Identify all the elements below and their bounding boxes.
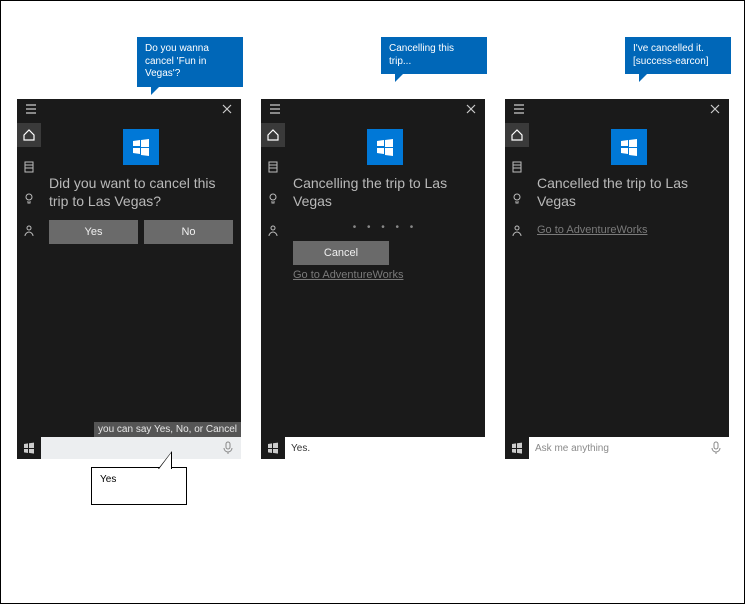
person-icon (22, 224, 36, 238)
cortana-panel: Cancelling the trip to Las Vegas • • • •… (261, 99, 485, 459)
voice-hint: you can say Yes, No, or Cancel (94, 422, 241, 437)
sidebar-item-places[interactable] (261, 187, 285, 211)
user-speech-callout: Yes (91, 467, 187, 505)
content-area: Cancelling the trip to Las Vegas • • • •… (285, 119, 485, 437)
cortana-panel: Cancelled the trip to Las Vegas Go to Ad… (505, 99, 729, 459)
start-button[interactable] (261, 437, 285, 459)
search-input[interactable] (47, 443, 219, 454)
bulb-icon (22, 192, 36, 206)
cortana-panel: Did you want to cancel this trip to Las … (17, 99, 241, 459)
windows-icon (23, 442, 35, 454)
cancel-button[interactable]: Cancel (293, 241, 389, 265)
close-icon (709, 103, 721, 115)
search-box[interactable] (529, 437, 729, 459)
start-button[interactable] (17, 437, 41, 459)
home-icon (510, 128, 524, 142)
windows-icon (267, 442, 279, 454)
windows-icon (511, 442, 523, 454)
mic-button[interactable] (219, 439, 237, 457)
person-icon (266, 224, 280, 238)
hamburger-icon (513, 103, 525, 115)
app-tile[interactable] (123, 129, 159, 165)
sidebar (17, 119, 41, 437)
deep-link[interactable]: Go to AdventureWorks (293, 269, 477, 281)
mic-icon (223, 441, 233, 455)
callout-text: Yes (100, 474, 116, 485)
windows-icon (376, 138, 394, 156)
content-area: Cancelled the trip to Las Vegas Go to Ad… (529, 119, 729, 437)
hamburger-icon (269, 103, 281, 115)
menu-button[interactable] (21, 99, 41, 119)
result-heading: Cancelled the trip to Las Vegas (537, 175, 721, 210)
cortana-speech-bubble: Cancelling this trip... (381, 37, 487, 74)
bulb-icon (266, 192, 280, 206)
notebook-icon (266, 160, 280, 174)
sidebar-item-feedback[interactable] (505, 219, 529, 243)
sidebar (505, 119, 529, 437)
sidebar-item-notebook[interactable] (17, 155, 41, 179)
notebook-icon (510, 160, 524, 174)
close-icon (221, 103, 233, 115)
sidebar-item-feedback[interactable] (17, 219, 41, 243)
cortana-speech-bubble: I've cancelled it. [success-earcon] (625, 37, 731, 74)
app-tile[interactable] (367, 129, 403, 165)
progress-indicator: • • • • • (293, 222, 477, 233)
close-button[interactable] (705, 99, 725, 119)
close-button[interactable] (461, 99, 481, 119)
home-icon (22, 128, 36, 142)
close-button[interactable] (217, 99, 237, 119)
prompt-heading: Did you want to cancel this trip to Las … (49, 175, 233, 210)
app-tile[interactable] (611, 129, 647, 165)
person-icon (510, 224, 524, 238)
sidebar-item-feedback[interactable] (261, 219, 285, 243)
sidebar (261, 119, 285, 437)
search-box[interactable] (285, 437, 485, 459)
mic-icon (711, 441, 721, 455)
yes-button[interactable]: Yes (49, 220, 138, 244)
sidebar-item-notebook[interactable] (505, 155, 529, 179)
windows-icon (620, 138, 638, 156)
windows-icon (132, 138, 150, 156)
start-button[interactable] (505, 437, 529, 459)
content-area: Did you want to cancel this trip to Las … (41, 119, 241, 437)
sidebar-item-home[interactable] (505, 123, 529, 147)
home-icon (266, 128, 280, 142)
cortana-speech-bubble: Do you wanna cancel 'Fun in Vegas'? (137, 37, 243, 87)
hamburger-icon (25, 103, 37, 115)
search-box[interactable] (41, 437, 241, 459)
search-input[interactable] (291, 443, 481, 454)
bulb-icon (510, 192, 524, 206)
status-heading: Cancelling the trip to Las Vegas (293, 175, 477, 210)
deep-link[interactable]: Go to AdventureWorks (537, 224, 721, 236)
notebook-icon (22, 160, 36, 174)
close-icon (465, 103, 477, 115)
sidebar-item-places[interactable] (505, 187, 529, 211)
sidebar-item-notebook[interactable] (261, 155, 285, 179)
search-input[interactable] (535, 443, 707, 454)
sidebar-item-home[interactable] (261, 123, 285, 147)
menu-button[interactable] (509, 99, 529, 119)
menu-button[interactable] (265, 99, 285, 119)
mic-button[interactable] (707, 439, 725, 457)
sidebar-item-home[interactable] (17, 123, 41, 147)
sidebar-item-places[interactable] (17, 187, 41, 211)
no-button[interactable]: No (144, 220, 233, 244)
